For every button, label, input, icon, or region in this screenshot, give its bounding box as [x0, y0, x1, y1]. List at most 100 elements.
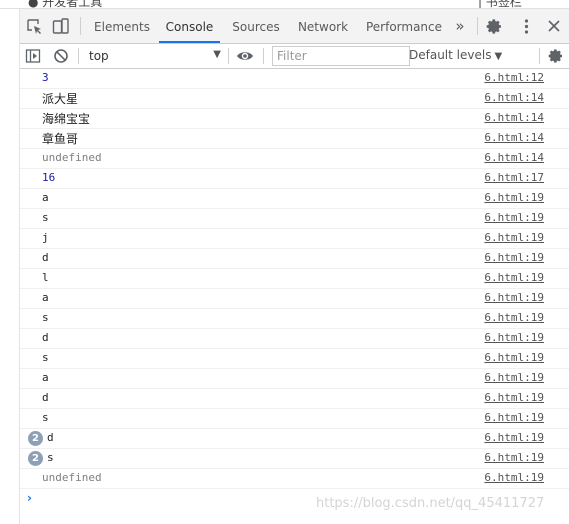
console-message: a 6.html:19: [20, 369, 569, 389]
source-link[interactable]: 6.html:14: [484, 111, 544, 124]
console-message-text: undefined: [42, 471, 102, 484]
devtools-panel: Elements Console Sources Network Perform…: [20, 9, 569, 524]
tab-sources[interactable]: Sources: [226, 9, 286, 43]
filter-input[interactable]: [272, 46, 410, 66]
console-message-text: s: [47, 451, 54, 464]
console-message: j 6.html:19: [20, 229, 569, 249]
console-message-text: s: [42, 311, 49, 324]
console-message-text: j: [42, 231, 49, 244]
prompt-chevron-icon: ›: [27, 491, 32, 505]
console-settings-gear-icon[interactable]: [548, 48, 564, 64]
more-tabs-button[interactable]: »: [451, 9, 469, 43]
close-devtools-icon[interactable]: [547, 19, 561, 33]
console-message: s 6.html:19: [20, 349, 569, 369]
console-message-text: undefined: [42, 151, 102, 164]
console-message: 3 6.html:12: [20, 69, 569, 89]
source-link[interactable]: 6.html:19: [484, 251, 544, 264]
source-link[interactable]: 6.html:19: [484, 291, 544, 304]
tab-elements[interactable]: Elements: [90, 9, 154, 43]
source-link[interactable]: 6.html:19: [484, 391, 544, 404]
source-link[interactable]: 6.html:19: [484, 331, 544, 344]
settings-gear-icon[interactable]: [486, 18, 503, 35]
source-link[interactable]: 6.html:19: [484, 271, 544, 284]
console-message: undefined 6.html:14: [20, 149, 569, 169]
dropdown-arrow-icon: ▼: [494, 51, 503, 62]
source-link[interactable]: 6.html:19: [484, 471, 544, 484]
source-link[interactable]: 6.html:19: [484, 231, 544, 244]
console-message-text: d: [42, 331, 49, 344]
console-message: 海绵宝宝 6.html:14: [20, 109, 569, 129]
devtools-tab-bar: Elements Console Sources Network Perform…: [20, 9, 569, 44]
source-link[interactable]: 6.html:19: [484, 351, 544, 364]
toolbar-divider-3: [263, 48, 264, 64]
console-message-text: s: [42, 211, 49, 224]
top-fragment-right: | 书签栏: [478, 0, 522, 9]
repeat-count-badge: 2: [28, 431, 43, 446]
tab-performance[interactable]: Performance: [362, 9, 446, 43]
console-message-text: s: [42, 411, 49, 424]
console-message: l 6.html:19: [20, 269, 569, 289]
console-message-text: 章鱼哥: [42, 132, 79, 146]
console-message: s 6.html:19: [20, 309, 569, 329]
top-fragment-left: ● 开发者工具: [28, 0, 103, 9]
console-message: a 6.html:19: [20, 189, 569, 209]
more-options-icon[interactable]: [518, 18, 535, 35]
watermark: https://blog.csdn.net/qq_45411727: [316, 496, 545, 511]
source-link[interactable]: 6.html:19: [484, 371, 544, 384]
console-message: d 6.html:19: [20, 389, 569, 409]
tab-network[interactable]: Network: [292, 9, 354, 43]
log-levels-label: Default levels: [409, 48, 492, 62]
console-log: 3 6.html:12 派大星 6.html:14 海绵宝宝 6.html:14 章鱼哥 6.…: [20, 69, 569, 511]
context-selector[interactable]: top ▼: [83, 46, 223, 66]
source-link[interactable]: 6.html:14: [484, 131, 544, 144]
source-link[interactable]: 6.html:19: [484, 311, 544, 324]
console-message-text: a: [42, 291, 49, 304]
source-link[interactable]: 6.html:19: [484, 191, 544, 204]
source-link[interactable]: 6.html:17: [484, 171, 544, 184]
console-message-text: a: [42, 371, 49, 384]
device-toolbar-icon[interactable]: [52, 18, 69, 35]
console-message-text: 派大星: [42, 92, 79, 106]
live-expression-eye-icon[interactable]: [236, 48, 254, 64]
console-toolbar: top ▼ Default levels▼: [20, 44, 569, 69]
dropdown-arrow-icon: ▼: [213, 49, 221, 60]
repeat-count-badge: 2: [28, 451, 43, 466]
console-message-text: d: [47, 431, 54, 444]
tabbar-divider: [80, 17, 81, 35]
console-message: s 6.html:19: [20, 209, 569, 229]
console-message-text: 16: [42, 171, 56, 184]
console-message: 派大星 6.html:14: [20, 89, 569, 109]
sidebar-toggle-icon[interactable]: [25, 48, 41, 64]
console-message-text: a: [42, 191, 49, 204]
console-message: 2 d 6.html:19: [20, 429, 569, 449]
console-message: d 6.html:19: [20, 329, 569, 349]
console-message: 章鱼哥 6.html:14: [20, 129, 569, 149]
source-link[interactable]: 6.html:19: [484, 431, 544, 444]
source-link[interactable]: 6.html:19: [484, 211, 544, 224]
context-selector-value: top: [89, 49, 109, 63]
clear-console-icon[interactable]: [53, 48, 69, 64]
page-edge: [0, 9, 20, 524]
console-message-text: d: [42, 391, 49, 404]
console-message-text: 3: [42, 71, 49, 84]
console-message: 16 6.html:17: [20, 169, 569, 189]
console-message-text: s: [42, 351, 49, 364]
source-link[interactable]: 6.html:14: [484, 151, 544, 164]
inspect-element-icon[interactable]: [26, 18, 43, 35]
source-link[interactable]: 6.html:19: [484, 411, 544, 424]
toolbar-divider: [78, 48, 79, 64]
browser-top-strip: ● 开发者工具 | 书签栏: [0, 0, 569, 9]
console-message: a 6.html:19: [20, 289, 569, 309]
tabbar-divider-right: [477, 17, 478, 35]
source-link[interactable]: 6.html:19: [484, 451, 544, 464]
console-message: d 6.html:19: [20, 249, 569, 269]
toolbar-divider-4: [539, 48, 540, 64]
console-message: 2 s 6.html:19: [20, 449, 569, 469]
source-link[interactable]: 6.html:14: [484, 91, 544, 104]
console-message: undefined 6.html:19: [20, 469, 569, 489]
toolbar-divider-2: [228, 48, 229, 64]
console-message-text: 海绵宝宝: [42, 112, 91, 126]
source-link[interactable]: 6.html:12: [484, 71, 544, 84]
tab-console[interactable]: Console: [159, 9, 220, 43]
log-levels-dropdown[interactable]: Default levels ▼: [409, 48, 502, 62]
